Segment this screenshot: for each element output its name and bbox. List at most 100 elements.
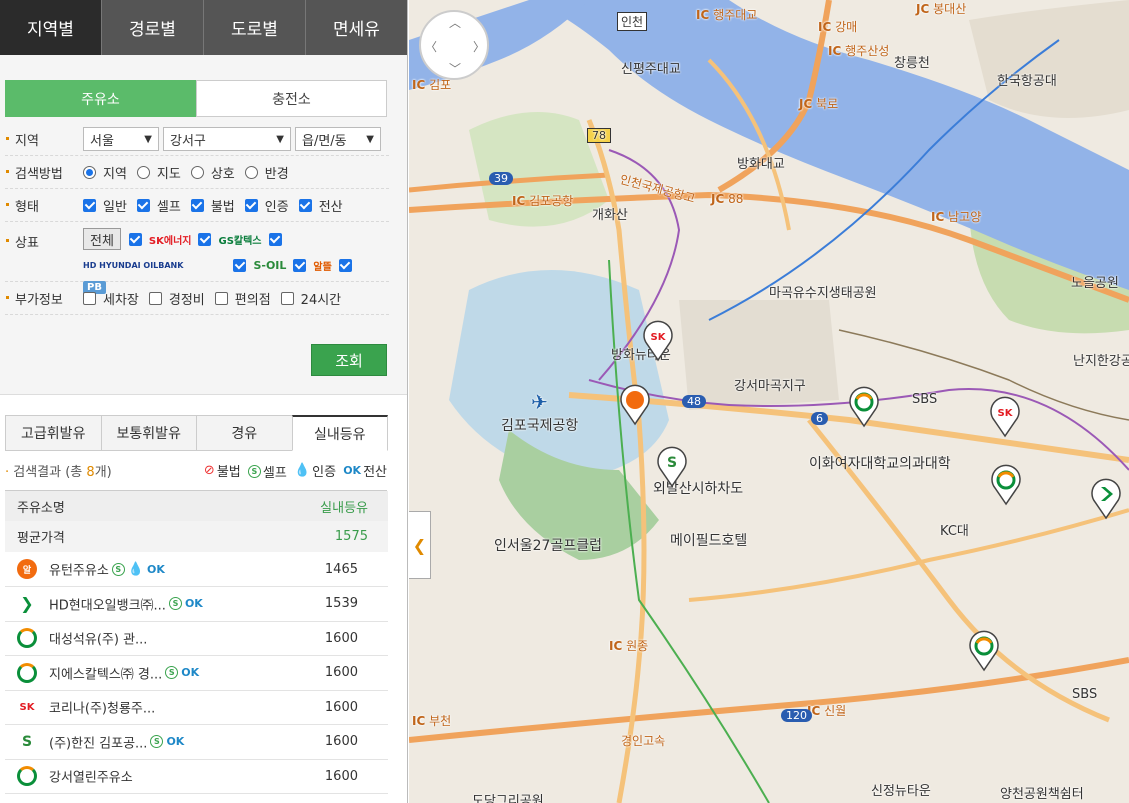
label-sbs2: SBS <box>1072 687 1098 702</box>
extra-24h[interactable]: 24시간 <box>280 289 341 308</box>
station-name[interactable]: 대성석유(주) 관... <box>49 633 147 648</box>
tab-diesel[interactable]: 경유 <box>196 415 293 451</box>
label-ic-gangmae: IC 강매 <box>818 18 857 35</box>
brand-hd-checkbox[interactable] <box>268 232 282 246</box>
station-pin-sk[interactable]: SK <box>988 394 1022 438</box>
collapse-panel-button[interactable]: ❮ <box>409 511 431 579</box>
table-row[interactable]: ❯ HD현대오일뱅크㈜... S OK 1539 <box>5 586 388 622</box>
svg-text:SK: SK <box>651 332 667 343</box>
ic-badge: IC <box>931 210 945 224</box>
map-view[interactable]: 김포국제공항 ✈ 인서울27골프클럽 마곡유수지생태공원 강서마곡지구 이화여자… <box>409 0 1129 803</box>
checkbox-icon <box>83 198 96 212</box>
ic-gangmae-text: 강매 <box>835 20 858 34</box>
station-pin-altteul[interactable] <box>618 382 652 426</box>
station-pin-sk[interactable]: SK <box>641 318 675 362</box>
tab-road[interactable]: 도로별 <box>204 0 306 55</box>
method-region[interactable]: 지역 <box>83 163 127 182</box>
drop-icon: 💧 <box>127 561 144 577</box>
pan-up-icon[interactable]: ︿ <box>449 14 461 31</box>
tab-charging-station[interactable]: 충전소 <box>196 80 387 117</box>
map-pan-control[interactable]: ︿ ﹀ 〈 〉 <box>419 10 489 80</box>
region-row: 지역 서울 ▼ 강서구 ▼ 읍/면/동 ▼ <box>5 123 389 156</box>
extra-carwash[interactable]: 세차장 <box>83 289 139 308</box>
road-shield: 6 <box>811 412 828 425</box>
label-ewha: 이화여자대학교의과대학 <box>809 456 951 472</box>
sido-value: 서울 <box>90 133 114 149</box>
station-price: 1600 <box>277 655 388 691</box>
ic-badge: JC <box>916 2 930 16</box>
tab-route[interactable]: 경로별 <box>102 0 204 55</box>
sido-select[interactable]: 서울 ▼ <box>83 127 159 151</box>
label-ecopark: 마곡유수지생태공원 <box>769 286 877 301</box>
brand-altteul-checkbox[interactable] <box>293 259 307 272</box>
table-row[interactable]: S (주)한진 김포공... S OK 1600 <box>5 724 388 760</box>
station-name[interactable]: HD현대오일뱅크㈜... <box>49 598 166 613</box>
search-button[interactable]: 조회 <box>311 344 387 376</box>
type-normal[interactable]: 일반 <box>83 196 127 215</box>
label-banghwa-bridge: 방화대교 <box>737 157 785 172</box>
brand-pb-checkbox[interactable] <box>338 259 352 272</box>
station-name[interactable]: 강서열린주유소 <box>49 771 133 786</box>
tab-taxfree[interactable]: 면세유 <box>306 0 407 55</box>
brand-sk-checkbox[interactable] <box>128 232 142 246</box>
brand-soil-checkbox[interactable] <box>233 259 247 272</box>
table-row[interactable]: 지에스칼텍스㈜ 경... S OK 1600 <box>5 655 388 691</box>
checkbox-icon <box>190 198 204 212</box>
pan-down-icon[interactable]: ﹀ <box>449 60 461 77</box>
pan-right-icon[interactable]: 〉 <box>473 38 485 55</box>
col-price[interactable]: 실내등유 <box>277 491 388 521</box>
tab-kerosene[interactable]: 실내등유 <box>291 415 388 451</box>
station-pin-soil[interactable]: S <box>655 444 689 488</box>
type-self[interactable]: 셀프 <box>136 196 181 215</box>
gs-map-pin-icon <box>991 464 1021 506</box>
type-computerized[interactable]: 전산 <box>298 196 343 215</box>
station-name[interactable]: (주)한진 김포공... <box>49 736 147 751</box>
radio-icon <box>83 165 96 179</box>
station-pin-gs[interactable] <box>967 628 1001 672</box>
table-row[interactable]: 강서열린주유소 1600 <box>5 759 388 794</box>
label-airport: 김포국제공항 <box>501 418 579 434</box>
ic-haengju-text: 행주대교 <box>713 8 758 22</box>
table-row[interactable]: 대성석유(주) 관... 1600 <box>5 621 388 656</box>
type-illegal[interactable]: 불법 <box>190 196 235 215</box>
type-certified[interactable]: 인증 <box>244 196 289 215</box>
tab-premium-gasoline[interactable]: 고급휘발유 <box>5 415 102 451</box>
brand-all-button[interactable]: 전체 <box>83 228 121 250</box>
tab-region[interactable]: 지역별 <box>0 0 102 55</box>
station-name[interactable]: 지에스칼텍스㈜ 경... <box>49 667 162 682</box>
dong-select[interactable]: 읍/면/동 ▼ <box>295 127 381 151</box>
checkbox-icon <box>214 291 228 305</box>
result-count: · 검색결과 (총 8개) <box>5 465 112 480</box>
brand-gs-checkbox[interactable] <box>198 232 212 246</box>
type-certified-label: 인증 <box>264 199 289 215</box>
sigungu-select[interactable]: 강서구 ▼ <box>163 127 291 151</box>
radio-icon <box>136 165 150 179</box>
ic-bukro-text: 북로 <box>816 97 839 111</box>
col-name[interactable]: 주유소명 <box>5 491 278 521</box>
tab-gas-station[interactable]: 주유소 <box>5 80 196 117</box>
station-pin-gs[interactable] <box>989 462 1023 506</box>
extra-maintenance[interactable]: 경정비 <box>148 289 205 308</box>
label-kc: KC대 <box>940 524 969 539</box>
method-name[interactable]: 상호 <box>190 163 235 182</box>
extra-carwash-label: 세차장 <box>103 292 139 308</box>
table-row[interactable]: SK 코리나(주)청룡주... 1600 <box>5 690 388 725</box>
table-row[interactable]: 알 유턴주유소 S 💧 OK 1465 <box>5 552 388 587</box>
station-pin-hd[interactable] <box>1089 476 1123 520</box>
station-name[interactable]: 유턴주유소 <box>49 564 109 579</box>
pan-left-icon[interactable]: 〈 <box>425 38 437 55</box>
airplane-icon: ✈ <box>531 390 548 414</box>
extra-store[interactable]: 편의점 <box>214 289 271 308</box>
radio-icon <box>244 165 258 179</box>
station-pin-gs[interactable] <box>847 384 881 428</box>
method-radius[interactable]: 반경 <box>244 163 289 182</box>
label-ic-wonjong: IC 원종 <box>609 637 648 654</box>
tab-regular-gasoline[interactable]: 보통휘발유 <box>100 415 197 451</box>
sk-map-pin-icon: SK <box>643 320 673 362</box>
method-map[interactable]: 지도 <box>136 163 181 182</box>
label-ic-bukro: JC 북로 <box>799 95 838 112</box>
self-icon: S <box>247 464 261 478</box>
station-price: 1600 <box>277 724 388 760</box>
type-row: 형태 일반 셀프 불법 인증 전산 <box>5 189 389 222</box>
station-name[interactable]: 코리나(주)청룡주... <box>49 702 155 717</box>
